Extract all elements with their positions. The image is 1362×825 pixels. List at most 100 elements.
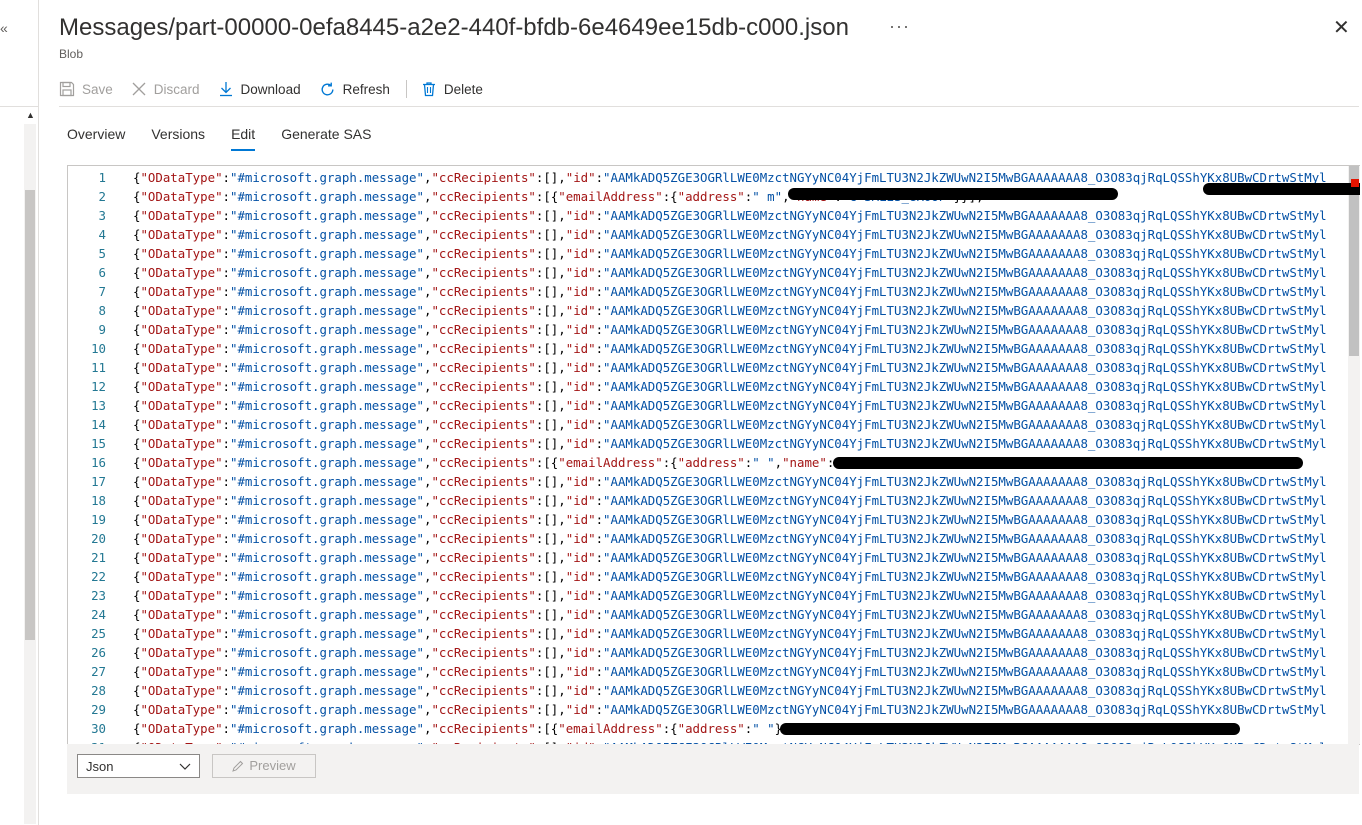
- line-number: 8: [98, 303, 106, 318]
- code-text: {"ODataType":"#microsoft.graph.message",…: [133, 341, 1327, 356]
- code-text: {"ODataType":"#microsoft.graph.message",…: [133, 588, 1327, 603]
- toolbar-separator: [405, 80, 407, 98]
- line-number: 28: [91, 683, 106, 698]
- format-select-value: Json: [86, 759, 114, 774]
- edit-pencil-icon: [232, 760, 244, 772]
- code-text: {"ODataType":"#microsoft.graph.message",…: [133, 322, 1327, 337]
- code-text: {"ODataType":"#microsoft.graph.message",…: [133, 265, 1327, 280]
- redaction-mark: [788, 188, 1118, 200]
- line-number: 30: [91, 721, 106, 736]
- code-text: {"ODataType":"#microsoft.graph.message",…: [133, 474, 1327, 489]
- code-text: {"ODataType":"#microsoft.graph.message",…: [133, 208, 1327, 223]
- line-number: 27: [91, 664, 106, 679]
- code-text: {"ODataType":"#microsoft.graph.message",…: [133, 436, 1327, 451]
- page-subtitle: Blob: [59, 47, 84, 61]
- code-text: {"ODataType":"#microsoft.graph.message",…: [133, 512, 1327, 527]
- code-text: {"ODataType":"#microsoft.graph.message",…: [133, 379, 1327, 394]
- code-text: {"ODataType":"#microsoft.graph.message",…: [133, 360, 1327, 375]
- tab-versions[interactable]: Versions: [151, 126, 205, 151]
- line-number: 7: [98, 284, 106, 299]
- scroll-up-icon[interactable]: ▲: [26, 110, 35, 120]
- preview-button[interactable]: Preview: [212, 754, 316, 778]
- code-text: {"ODataType":"#microsoft.graph.message",…: [133, 227, 1327, 242]
- line-number: 17: [91, 474, 106, 489]
- preview-label: Preview: [249, 758, 296, 773]
- code-text: {"ODataType":"#microsoft.graph.message",…: [133, 170, 1327, 185]
- line-number: 26: [91, 645, 106, 660]
- toolbar-divider: [59, 106, 1359, 107]
- download-button[interactable]: Download: [218, 81, 301, 97]
- line-number: 21: [91, 550, 106, 565]
- save-icon: [59, 81, 75, 97]
- line-number: 23: [91, 588, 106, 603]
- refresh-icon: [321, 82, 334, 95]
- tab-overview[interactable]: Overview: [67, 126, 125, 151]
- refresh-button[interactable]: Refresh: [319, 81, 390, 98]
- download-icon: [219, 82, 232, 97]
- line-number: 12: [91, 379, 106, 394]
- line-number: 9: [98, 322, 106, 337]
- code-text: {"ODataType":"#microsoft.graph.message",…: [133, 645, 1327, 660]
- code-text: {"ODataType":"#microsoft.graph.message",…: [133, 493, 1327, 508]
- code-editor[interactable]: 1 {"ODataType":"#microsoft.graph.message"…: [67, 165, 1360, 745]
- delete-button[interactable]: Delete: [421, 81, 483, 97]
- refresh-label: Refresh: [342, 81, 390, 97]
- save-label: Save: [82, 81, 113, 97]
- line-number: 6: [98, 265, 106, 280]
- line-number: 25: [91, 626, 106, 641]
- error-marker: [1351, 179, 1359, 187]
- code-text: {"ODataType":"#microsoft.graph.message",…: [133, 683, 1327, 698]
- redaction-mark: [833, 457, 1303, 469]
- tab-generate-sas[interactable]: Generate SAS: [281, 126, 371, 151]
- download-label: Download: [240, 81, 301, 97]
- format-select[interactable]: Json: [77, 754, 200, 778]
- page-title: Messages/part-00000-0efa8445-a2e2-440f-b…: [59, 14, 849, 41]
- collapse-chevron-icon[interactable]: «: [0, 20, 8, 36]
- line-number: 13: [91, 398, 106, 413]
- code-text: {"ODataType":"#microsoft.graph.message",…: [133, 664, 1327, 679]
- code-text: {"ODataType":"#microsoft.graph.message",…: [133, 246, 1327, 261]
- redaction-mark: [1203, 183, 1360, 195]
- tab-bar: Overview Versions Edit Generate SAS: [67, 126, 397, 151]
- code-text: {"ODataType":"#microsoft.graph.message",…: [133, 531, 1327, 546]
- line-number: 5: [98, 246, 106, 261]
- tab-edit[interactable]: Edit: [231, 126, 256, 151]
- code-text: {"ODataType":"#microsoft.graph.message",…: [133, 284, 1327, 299]
- discard-icon: [132, 82, 146, 96]
- line-number: 10: [91, 341, 106, 356]
- trash-icon: [422, 82, 435, 97]
- line-number: 3: [98, 208, 106, 223]
- code-text: {"ODataType":"#microsoft.graph.message",…: [133, 417, 1327, 432]
- line-number: 11: [91, 360, 106, 375]
- line-number: 20: [91, 531, 106, 546]
- code-text: {"ODataType":"#microsoft.graph.message",…: [133, 398, 1327, 413]
- line-number: 24: [91, 607, 106, 622]
- line-number: 29: [91, 702, 106, 717]
- code-text: {"ODataType":"#microsoft.graph.message",…: [133, 303, 1327, 318]
- editor-scrollbar[interactable]: [1348, 166, 1360, 744]
- line-number: 18: [91, 493, 106, 508]
- divider: [0, 106, 38, 107]
- left-scrollbar-thumb[interactable]: [25, 190, 35, 640]
- code-text: {"ODataType":"#microsoft.graph.message",…: [133, 607, 1327, 622]
- line-number: 1: [98, 170, 106, 185]
- code-text: {"ODataType":"#microsoft.graph.message",…: [133, 702, 1327, 717]
- save-button[interactable]: Save: [59, 81, 113, 97]
- line-number: 2: [98, 189, 106, 204]
- discard-label: Discard: [153, 81, 200, 97]
- line-number: 4: [98, 227, 106, 242]
- more-options-icon[interactable]: ···: [889, 16, 910, 37]
- line-number: 16: [91, 455, 106, 470]
- left-panel: « ▲: [0, 0, 39, 825]
- toolbar: Save Discard Download Refresh Delete: [59, 76, 501, 102]
- line-number: 15: [91, 436, 106, 451]
- redaction-mark: [780, 723, 1240, 735]
- code-text: {"ODataType":"#microsoft.graph.message",…: [133, 550, 1327, 565]
- close-icon[interactable]: ✕: [1333, 18, 1350, 38]
- delete-label: Delete: [443, 81, 483, 97]
- chevron-down-icon: [178, 755, 192, 787]
- code-text: {"ODataType":"#microsoft.graph.message",…: [133, 626, 1327, 641]
- line-number: 19: [91, 512, 106, 527]
- line-number: 14: [91, 417, 106, 432]
- discard-button[interactable]: Discard: [131, 81, 200, 97]
